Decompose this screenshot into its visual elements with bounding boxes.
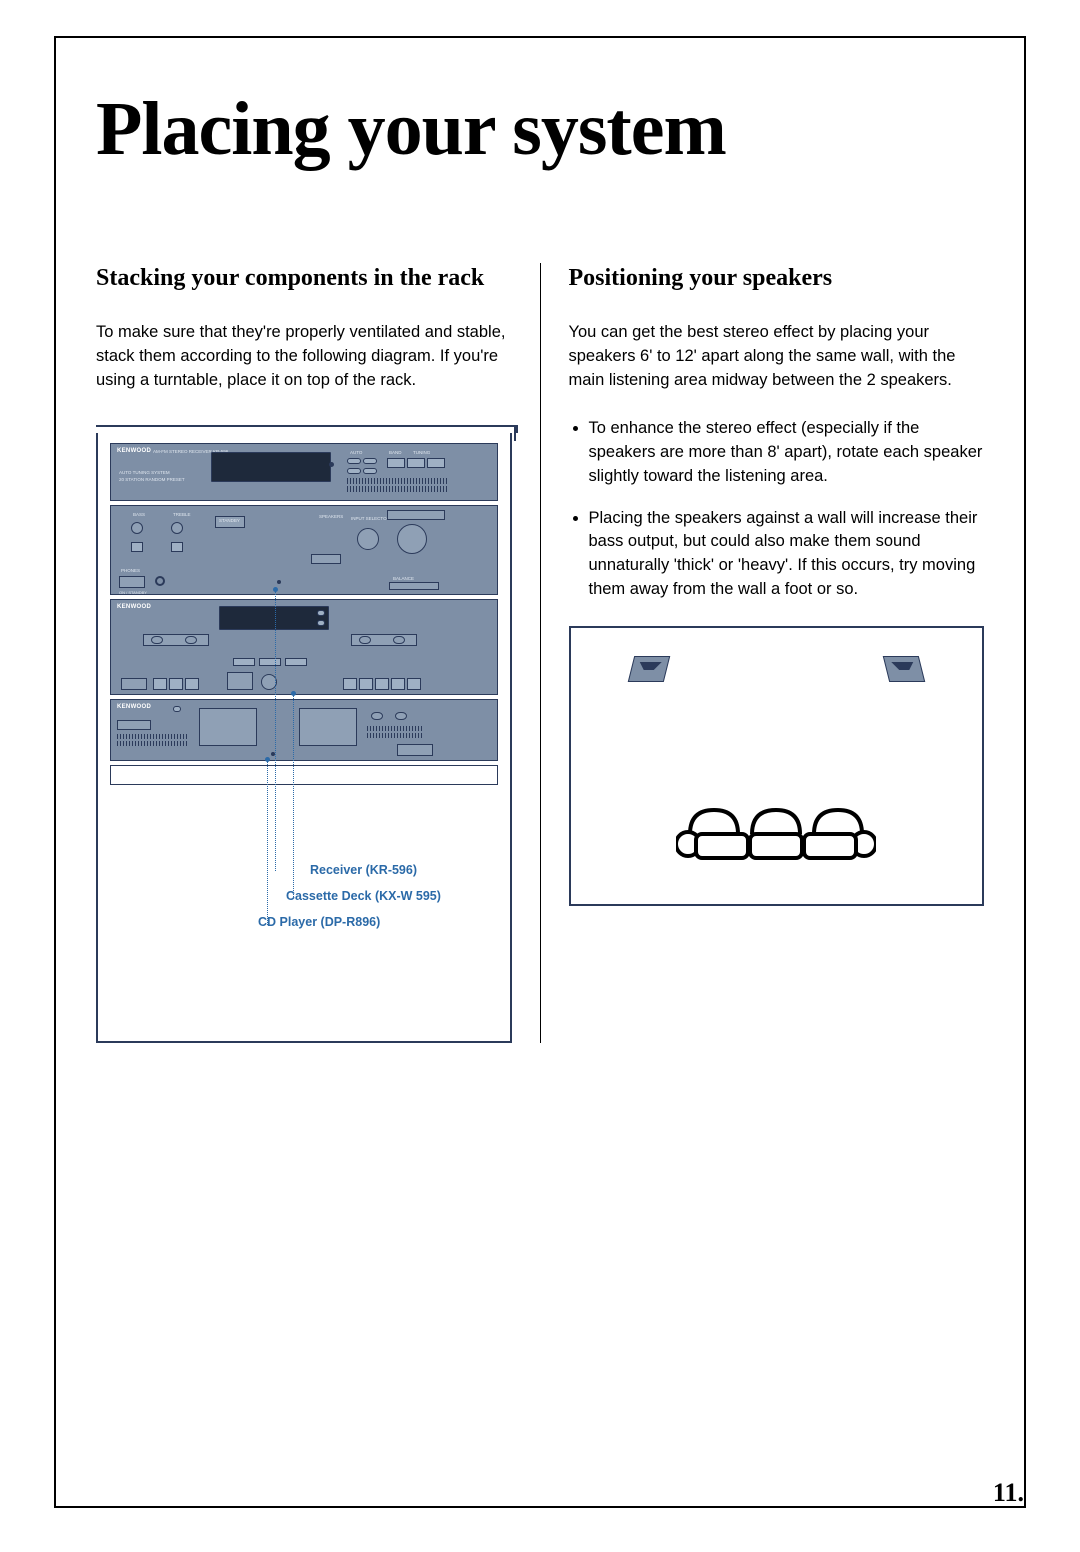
sofa-icon: [676, 804, 876, 866]
cd-label: CD Player (DP-R896): [258, 915, 380, 929]
right-para: You can get the best stereo effect by pl…: [569, 321, 985, 393]
cassette-deck-panel: KENWOOD: [110, 699, 498, 761]
left-heading: Stacking your components in the rack: [96, 263, 512, 293]
right-heading: Positioning your speakers: [569, 263, 985, 293]
receiver-label: Receiver (KR-596): [310, 863, 417, 877]
brand-label: KENWOOD: [117, 604, 151, 610]
page-frame: Placing your system Stacking your compon…: [54, 36, 1026, 1508]
cassette-label: Cassette Deck (KX-W 595): [286, 889, 441, 903]
left-speaker-icon: [627, 656, 669, 682]
bullet-2: Placing the speakers against a wall will…: [589, 507, 985, 603]
rack-diagram: KENWOOD AM-FM STEREO RECEIVER KR-596 AUT…: [96, 433, 512, 1043]
left-para: To make sure that they're properly venti…: [96, 321, 512, 393]
right-bullets: To enhance the stereo effect (especially…: [569, 417, 985, 602]
cd-player-panel: KENWOOD: [110, 599, 498, 695]
brand-label: KENWOOD: [117, 448, 151, 454]
right-column: Positioning your speakers You can get th…: [540, 263, 985, 1043]
receiver-amp-panel: BASS TREBLE STANDBY SPEAKERS INPUT SELEC…: [110, 505, 498, 595]
shelf: [110, 765, 498, 785]
brand-label: KENWOOD: [117, 704, 151, 710]
receiver-tuner-panel: KENWOOD AM-FM STEREO RECEIVER KR-596 AUT…: [110, 443, 498, 501]
right-speaker-icon: [883, 656, 925, 682]
page-title: Placing your system: [96, 86, 984, 173]
bullet-1: To enhance the stereo effect (especially…: [589, 417, 985, 489]
left-column: Stacking your components in the rack To …: [96, 263, 540, 1043]
page-number: 11.: [993, 1478, 1024, 1508]
columns: Stacking your components in the rack To …: [96, 263, 984, 1043]
room-diagram: [569, 626, 985, 906]
